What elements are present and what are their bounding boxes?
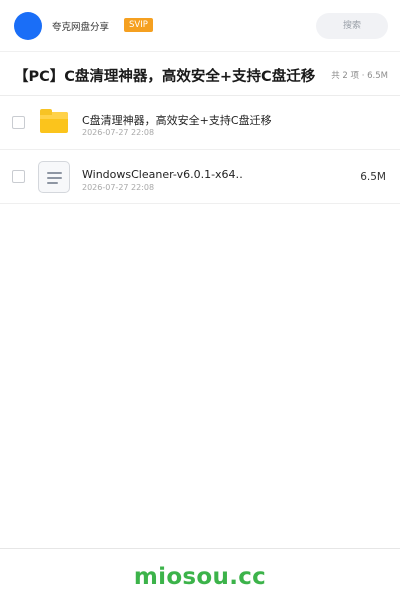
file-icon: [38, 161, 70, 193]
svip-badge: SVIP: [124, 18, 153, 32]
file-date: 2026-07-27 22:08: [82, 128, 155, 137]
row-checkbox[interactable]: [12, 116, 25, 129]
title-bar: 【PC】C盘清理神器，高效安全+支持C盘迁移 共 2 项 · 6.5M: [0, 53, 400, 96]
page-title: 【PC】C盘清理神器，高效安全+支持C盘迁移: [14, 69, 316, 85]
file-name: WindowsCleaner-v6.0.1-x64…: [82, 168, 242, 181]
file-size: 6.5M: [360, 171, 386, 183]
file-row[interactable]: C盘清理神器，高效安全+支持C盘迁移 2026-07-27 22:08: [0, 96, 400, 150]
app-header: 夸克网盘分享 SVIP 搜索: [0, 0, 400, 52]
share-name: 夸克网盘分享: [52, 22, 110, 33]
item-count-size: 共 2 项 · 6.5M: [331, 71, 388, 81]
file-date: 2026-07-27 22:08: [82, 183, 155, 192]
file-row[interactable]: WindowsCleaner-v6.0.1-x64… 2026-07-27 22…: [0, 150, 400, 204]
brand-watermark[interactable]: miosou.cc: [0, 564, 400, 590]
footer: miosou.cc: [0, 548, 400, 600]
avatar[interactable]: [14, 12, 42, 40]
folder-icon: [40, 109, 68, 133]
file-name: C盘清理神器，高效安全+支持C盘迁移: [82, 114, 272, 127]
search-input[interactable]: 搜索: [316, 13, 388, 39]
row-checkbox[interactable]: [12, 170, 25, 183]
